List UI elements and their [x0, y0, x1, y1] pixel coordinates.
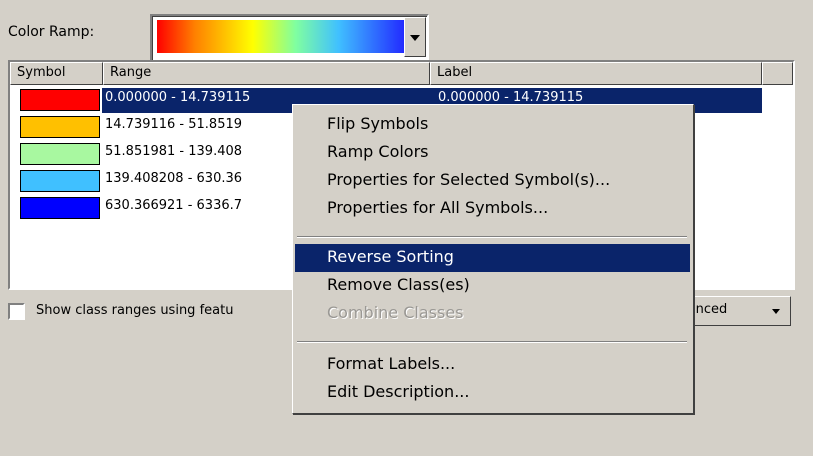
chevron-down-icon [772, 309, 780, 314]
column-header-symbol[interactable]: Symbol [10, 62, 103, 85]
chevron-down-icon [410, 35, 420, 41]
range-cell[interactable]: 0.000000 - 14.739115 [105, 90, 250, 105]
column-header-empty [762, 62, 793, 85]
menu-item-ramp-colors[interactable]: Ramp Colors [295, 139, 690, 167]
range-cell[interactable]: 630.366921 - 6336.7 [105, 198, 242, 213]
menu-item-label: Format Labels... [327, 354, 456, 373]
symbol-swatch[interactable] [20, 89, 100, 111]
menu-item-reverse-sorting[interactable]: Reverse Sorting [295, 244, 690, 272]
menu-item-label: Properties for Selected Symbol(s)... [327, 170, 611, 189]
show-class-ranges-checkbox[interactable] [8, 303, 25, 320]
menu-item-label: Remove Class(es) [327, 275, 470, 294]
menu-separator [297, 236, 687, 238]
menu-item-flip-symbols[interactable]: Flip Symbols [295, 111, 690, 139]
menu-item-label: Flip Symbols [327, 114, 429, 133]
symbol-swatch[interactable] [20, 197, 100, 219]
menu-item-format-labels[interactable]: Format Labels... [295, 351, 690, 379]
label-cell[interactable]: 0.000000 - 14.739115 [438, 90, 583, 105]
color-ramp-swatch [157, 20, 409, 53]
column-header-label[interactable]: Label [430, 62, 762, 85]
range-cell[interactable]: 51.851981 - 139.408 [105, 144, 242, 159]
color-ramp-label: Color Ramp: [8, 24, 95, 40]
menu-item-properties-selected[interactable]: Properties for Selected Symbol(s)... [295, 167, 690, 195]
menu-item-label: Reverse Sorting [327, 247, 454, 266]
menu-item-label: Ramp Colors [327, 142, 429, 161]
menu-item-label: Properties for All Symbols... [327, 198, 549, 217]
menu-item-properties-all[interactable]: Properties for All Symbols... [295, 195, 690, 223]
range-cell[interactable]: 14.739116 - 51.8519 [105, 117, 242, 132]
color-ramp-dropdown-button[interactable] [404, 17, 426, 57]
range-cell[interactable]: 139.408208 - 630.36 [105, 171, 242, 186]
symbol-swatch[interactable] [20, 170, 100, 192]
advanced-button[interactable]: vanced [680, 296, 791, 326]
symbol-swatch[interactable] [20, 143, 100, 165]
color-ramp-dropdown[interactable] [150, 14, 429, 62]
context-menu: Flip Symbols Ramp Colors Properties for … [292, 104, 694, 414]
symbol-swatch[interactable] [20, 116, 100, 138]
menu-item-edit-description[interactable]: Edit Description... [295, 379, 690, 407]
menu-item-label: Combine Classes [327, 303, 464, 322]
column-header-range[interactable]: Range [103, 62, 430, 85]
menu-item-remove-classes[interactable]: Remove Class(es) [295, 272, 690, 300]
show-class-ranges-label: Show class ranges using featu [36, 303, 234, 318]
menu-separator [297, 341, 687, 343]
menu-item-label: Edit Description... [327, 382, 470, 401]
menu-item-combine-classes: Combine Classes [295, 300, 690, 328]
